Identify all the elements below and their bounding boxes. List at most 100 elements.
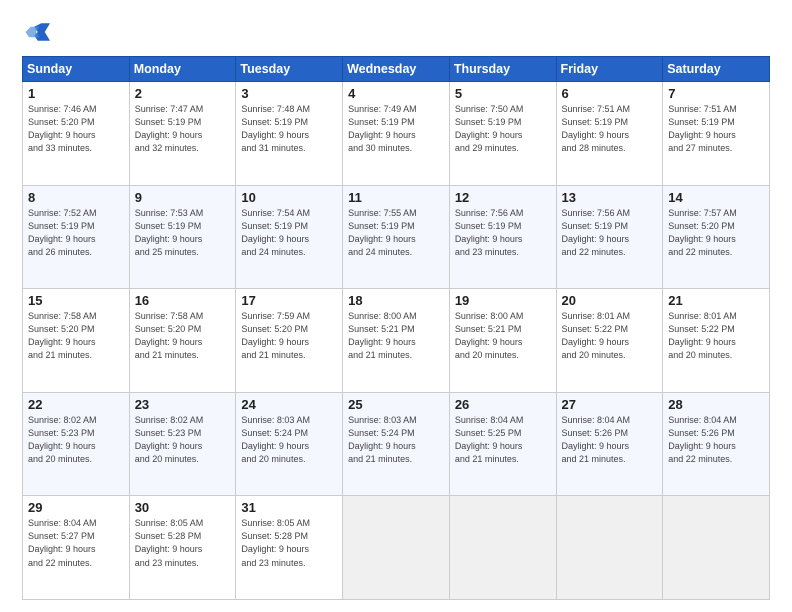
calendar-cell — [343, 496, 450, 600]
day-number: 11 — [348, 190, 444, 205]
calendar-week-1: 1Sunrise: 7:46 AM Sunset: 5:20 PM Daylig… — [23, 82, 770, 186]
calendar-cell: 21 Sunrise: 8:01 AM Sunset: 5:22 PM Dayli… — [663, 289, 770, 393]
day-number: 16 — [135, 293, 231, 308]
day-number: 9 — [135, 190, 231, 205]
calendar-cell: 1Sunrise: 7:46 AM Sunset: 5:20 PM Daylig… — [23, 82, 130, 186]
day-number: 28 — [668, 397, 764, 412]
day-number: 18 — [348, 293, 444, 308]
calendar-week-5: 29 Sunrise: 8:04 AM Sunset: 5:27 PM Dayli… — [23, 496, 770, 600]
day-number: 7 — [668, 86, 764, 101]
day-number: 3 — [241, 86, 337, 101]
calendar-cell: 18 Sunrise: 8:00 AM Sunset: 5:21 PM Dayli… — [343, 289, 450, 393]
day-info: Sunrise: 7:46 AM Sunset: 5:20 PM Dayligh… — [28, 103, 124, 155]
calendar-cell: 24Sunrise: 8:03 AM Sunset: 5:24 PM Dayli… — [236, 392, 343, 496]
calendar-cell: 9Sunrise: 7:53 AM Sunset: 5:19 PM Daylig… — [129, 185, 236, 289]
day-number: 22 — [28, 397, 124, 412]
day-info: Sunrise: 7:58 AM Sunset: 5:20 PM Dayligh… — [135, 310, 231, 362]
day-info: Sunrise: 8:04 AM Sunset: 5:25 PM Dayligh… — [455, 414, 551, 466]
day-number: 26 — [455, 397, 551, 412]
day-number: 12 — [455, 190, 551, 205]
day-number: 29 — [28, 500, 124, 515]
col-tuesday: Tuesday — [236, 57, 343, 82]
day-number: 10 — [241, 190, 337, 205]
calendar-cell — [663, 496, 770, 600]
calendar-cell: 16 Sunrise: 7:58 AM Sunset: 5:20 PM Dayli… — [129, 289, 236, 393]
calendar-cell — [556, 496, 663, 600]
day-number: 4 — [348, 86, 444, 101]
calendar-cell: 25 Sunrise: 8:03 AM Sunset: 5:24 PM Dayli… — [343, 392, 450, 496]
calendar-cell: 20 Sunrise: 8:01 AM Sunset: 5:22 PM Dayli… — [556, 289, 663, 393]
calendar-cell: 6 Sunrise: 7:51 AM Sunset: 5:19 PM Daylig… — [556, 82, 663, 186]
day-number: 6 — [562, 86, 658, 101]
day-info: Sunrise: 8:05 AM Sunset: 5:28 PM Dayligh… — [241, 517, 337, 569]
day-info: Sunrise: 7:51 AM Sunset: 5:19 PM Dayligh… — [668, 103, 764, 155]
day-info: Sunrise: 8:01 AM Sunset: 5:22 PM Dayligh… — [668, 310, 764, 362]
day-info: Sunrise: 7:47 AM Sunset: 5:19 PM Dayligh… — [135, 103, 231, 155]
day-number: 5 — [455, 86, 551, 101]
day-number: 2 — [135, 86, 231, 101]
calendar-cell: 15Sunrise: 7:58 AM Sunset: 5:20 PM Dayli… — [23, 289, 130, 393]
calendar-cell: 8 Sunrise: 7:52 AM Sunset: 5:19 PM Daylig… — [23, 185, 130, 289]
day-info: Sunrise: 8:02 AM Sunset: 5:23 PM Dayligh… — [28, 414, 124, 466]
header — [22, 18, 770, 46]
day-number: 21 — [668, 293, 764, 308]
calendar-cell: 13 Sunrise: 7:56 AM Sunset: 5:19 PM Dayli… — [556, 185, 663, 289]
calendar-cell — [449, 496, 556, 600]
calendar-week-3: 15Sunrise: 7:58 AM Sunset: 5:20 PM Dayli… — [23, 289, 770, 393]
calendar-cell: 23Sunrise: 8:02 AM Sunset: 5:23 PM Dayli… — [129, 392, 236, 496]
calendar-week-4: 22 Sunrise: 8:02 AM Sunset: 5:23 PM Dayli… — [23, 392, 770, 496]
day-number: 30 — [135, 500, 231, 515]
calendar-cell: 7 Sunrise: 7:51 AM Sunset: 5:19 PM Daylig… — [663, 82, 770, 186]
day-info: Sunrise: 7:48 AM Sunset: 5:19 PM Dayligh… — [241, 103, 337, 155]
day-info: Sunrise: 8:01 AM Sunset: 5:22 PM Dayligh… — [562, 310, 658, 362]
day-info: Sunrise: 7:57 AM Sunset: 5:20 PM Dayligh… — [668, 207, 764, 259]
day-number: 13 — [562, 190, 658, 205]
col-wednesday: Wednesday — [343, 57, 450, 82]
logo-icon — [22, 18, 50, 46]
day-number: 20 — [562, 293, 658, 308]
calendar-cell: 26 Sunrise: 8:04 AM Sunset: 5:25 PM Dayli… — [449, 392, 556, 496]
calendar-cell: 2 Sunrise: 7:47 AM Sunset: 5:19 PM Daylig… — [129, 82, 236, 186]
day-info: Sunrise: 8:04 AM Sunset: 5:26 PM Dayligh… — [562, 414, 658, 466]
day-info: Sunrise: 7:55 AM Sunset: 5:19 PM Dayligh… — [348, 207, 444, 259]
day-info: Sunrise: 8:02 AM Sunset: 5:23 PM Dayligh… — [135, 414, 231, 466]
calendar-cell: 12 Sunrise: 7:56 AM Sunset: 5:19 PM Dayli… — [449, 185, 556, 289]
page: Sunday Monday Tuesday Wednesday Thursday… — [0, 0, 792, 612]
day-info: Sunrise: 8:05 AM Sunset: 5:28 PM Dayligh… — [135, 517, 231, 569]
day-info: Sunrise: 7:58 AM Sunset: 5:20 PM Dayligh… — [28, 310, 124, 362]
calendar-cell: 3 Sunrise: 7:48 AM Sunset: 5:19 PM Daylig… — [236, 82, 343, 186]
day-info: Sunrise: 8:04 AM Sunset: 5:26 PM Dayligh… — [668, 414, 764, 466]
day-number: 31 — [241, 500, 337, 515]
day-info: Sunrise: 7:56 AM Sunset: 5:19 PM Dayligh… — [562, 207, 658, 259]
day-info: Sunrise: 7:52 AM Sunset: 5:19 PM Dayligh… — [28, 207, 124, 259]
col-saturday: Saturday — [663, 57, 770, 82]
calendar-cell: 31 Sunrise: 8:05 AM Sunset: 5:28 PM Dayli… — [236, 496, 343, 600]
calendar-cell: 4 Sunrise: 7:49 AM Sunset: 5:19 PM Daylig… — [343, 82, 450, 186]
calendar-cell: 14Sunrise: 7:57 AM Sunset: 5:20 PM Dayli… — [663, 185, 770, 289]
calendar-cell: 17Sunrise: 7:59 AM Sunset: 5:20 PM Dayli… — [236, 289, 343, 393]
calendar-week-2: 8 Sunrise: 7:52 AM Sunset: 5:19 PM Daylig… — [23, 185, 770, 289]
day-info: Sunrise: 7:56 AM Sunset: 5:19 PM Dayligh… — [455, 207, 551, 259]
day-info: Sunrise: 7:49 AM Sunset: 5:19 PM Dayligh… — [348, 103, 444, 155]
calendar-header-row: Sunday Monday Tuesday Wednesday Thursday… — [23, 57, 770, 82]
day-info: Sunrise: 8:03 AM Sunset: 5:24 PM Dayligh… — [348, 414, 444, 466]
day-info: Sunrise: 7:50 AM Sunset: 5:19 PM Dayligh… — [455, 103, 551, 155]
col-monday: Monday — [129, 57, 236, 82]
day-info: Sunrise: 7:59 AM Sunset: 5:20 PM Dayligh… — [241, 310, 337, 362]
calendar-cell: 5 Sunrise: 7:50 AM Sunset: 5:19 PM Daylig… — [449, 82, 556, 186]
day-info: Sunrise: 7:51 AM Sunset: 5:19 PM Dayligh… — [562, 103, 658, 155]
calendar-cell: 30 Sunrise: 8:05 AM Sunset: 5:28 PM Dayli… — [129, 496, 236, 600]
day-info: Sunrise: 8:00 AM Sunset: 5:21 PM Dayligh… — [348, 310, 444, 362]
col-thursday: Thursday — [449, 57, 556, 82]
day-info: Sunrise: 8:00 AM Sunset: 5:21 PM Dayligh… — [455, 310, 551, 362]
day-number: 19 — [455, 293, 551, 308]
col-friday: Friday — [556, 57, 663, 82]
day-info: Sunrise: 8:04 AM Sunset: 5:27 PM Dayligh… — [28, 517, 124, 569]
day-number: 27 — [562, 397, 658, 412]
calendar-cell: 10Sunrise: 7:54 AM Sunset: 5:19 PM Dayli… — [236, 185, 343, 289]
day-number: 8 — [28, 190, 124, 205]
calendar-cell: 11 Sunrise: 7:55 AM Sunset: 5:19 PM Dayli… — [343, 185, 450, 289]
day-number: 25 — [348, 397, 444, 412]
calendar-cell: 28 Sunrise: 8:04 AM Sunset: 5:26 PM Dayli… — [663, 392, 770, 496]
logo — [22, 18, 52, 46]
